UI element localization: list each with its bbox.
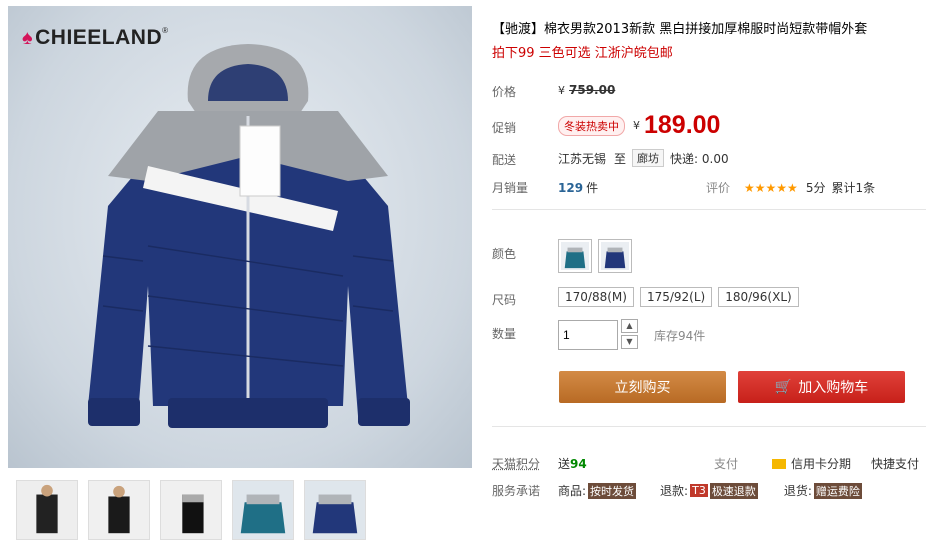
service-label: 服务承诺	[492, 484, 541, 498]
size-label: 尺码	[492, 293, 517, 307]
promo-tag: 冬装热卖中	[558, 115, 625, 136]
color-swatch-teal[interactable]	[558, 239, 592, 273]
credit-card-icon	[772, 458, 787, 469]
shipping-insurance-badge[interactable]: 赠运费险	[813, 482, 862, 499]
original-price: ¥759.00	[558, 83, 616, 97]
color-label: 颜色	[492, 247, 517, 261]
fast-refund-badge[interactable]: 极速退款	[709, 482, 758, 499]
thumbnail-2[interactable]	[88, 480, 150, 540]
thumbnail-1[interactable]	[16, 480, 78, 540]
spade-icon: ♠	[22, 27, 34, 49]
thumbnail-strip	[16, 480, 366, 540]
size-option-xl[interactable]: 180/96(XL)	[718, 287, 799, 307]
shipping-label: 配送	[492, 153, 517, 167]
quantity-input[interactable]	[558, 320, 618, 350]
monthly-sales: 129 件	[558, 180, 599, 196]
product-main-image: ♠CHIEELAND®	[8, 6, 472, 468]
buy-now-button[interactable]: 立刻购买	[559, 371, 726, 403]
thumbnail-5[interactable]	[304, 480, 366, 540]
rating-row: 评价 ★★★★★ 5分 累计1条	[706, 179, 876, 196]
quantity-label: 数量	[492, 327, 517, 341]
destination-select[interactable]: 廊坊	[632, 149, 665, 167]
fast-pay-link[interactable]: 快捷支付	[871, 455, 919, 472]
increase-icon[interactable]: ▲	[621, 319, 638, 333]
review-count-link[interactable]: 累计1条	[831, 179, 875, 196]
tmall-points-label[interactable]: 天猫积分	[492, 455, 540, 472]
promo-label: 促销	[492, 121, 517, 135]
price-label: 价格	[492, 85, 517, 99]
credit-installment-link[interactable]: 信用卡分期	[791, 455, 851, 472]
size-option-l[interactable]: 175/92(L)	[639, 287, 713, 307]
points-value: 送 94	[558, 456, 587, 472]
promo-price-row: 冬装热卖中 ¥ 189.00	[558, 111, 720, 140]
size-option-m[interactable]: 170/88(M)	[558, 287, 634, 307]
add-to-cart-button[interactable]: 🛒 加入购物车	[738, 371, 905, 403]
decrease-icon[interactable]: ▼	[621, 335, 638, 349]
thumbnail-3[interactable]	[160, 480, 222, 540]
thumbnail-4[interactable]	[232, 480, 294, 540]
cart-icon: 🛒	[774, 379, 793, 395]
product-title: 【驰渡】棉衣男款2013新款 黑白拼接加厚棉服时尚短款带帽外套	[492, 22, 868, 37]
current-price: 189.00	[644, 111, 721, 139]
payment-row: 支付 信用卡分期 快捷支付	[714, 455, 920, 472]
brand-logo: ♠CHIEELAND®	[22, 26, 169, 49]
product-subtitle: 拍下99 三色可选 江浙沪皖包邮	[492, 46, 673, 61]
on-time-delivery-badge[interactable]: 按时发货	[588, 482, 637, 499]
jacket-illustration	[88, 44, 410, 428]
shipping-row: 江苏无锡 至 廊坊 快递: 0.00	[558, 149, 729, 167]
color-swatch-navy[interactable]	[598, 239, 632, 273]
stock-text: 库存94件	[654, 328, 706, 343]
quantity-row: ▲ ▼ 库存94件	[558, 319, 705, 351]
star-rating-icon: ★★★★★	[744, 180, 798, 195]
t3-badge: T3	[690, 484, 708, 497]
quantity-stepper: ▲ ▼	[621, 319, 638, 351]
monthly-sales-label: 月销量	[492, 181, 529, 195]
size-options: 170/88(M) 175/92(L) 180/96(XL)	[558, 287, 805, 307]
color-options	[558, 239, 638, 273]
divider	[492, 426, 926, 427]
service-row: 商品: 按时发货 退款: T3 极速退款 退货: 赠运费险	[558, 482, 862, 499]
divider	[492, 209, 926, 210]
